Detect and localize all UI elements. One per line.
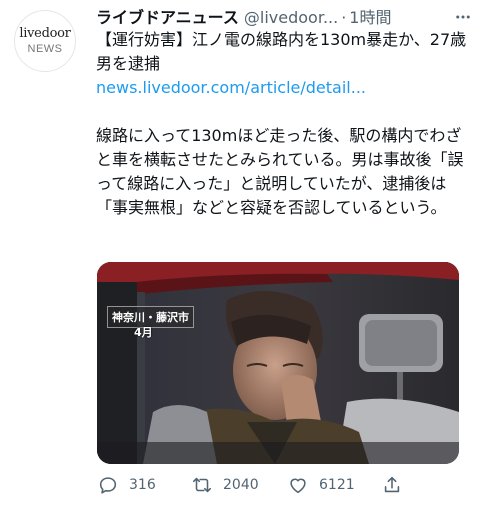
like-button[interactable]: 6121 (287, 474, 355, 496)
timestamp[interactable]: 1時間 (349, 4, 391, 28)
avatar-logo-subtext: NEWS (27, 43, 63, 55)
tweet-actions: 316 2040 6121 (97, 474, 417, 498)
retweet-button[interactable]: 2040 (191, 474, 259, 496)
retweet-icon (192, 477, 212, 493)
reply-icon (99, 477, 117, 494)
retweet-count: 2040 (223, 477, 259, 493)
tweet-headline: 【運行妨害】江ノ電の線路内を130m暴走か、27歳男を逮捕 (96, 30, 467, 73)
tweet-content: ライブドアニュース @livedoor... · 1時間 【運行妨害】江ノ電の線… (96, 4, 470, 220)
photo-caption-month: 4月 (134, 326, 153, 339)
avatar-logo-text: livedoor (19, 26, 71, 41)
like-count: 6121 (319, 477, 355, 493)
article-link[interactable]: news.livedoor.com/article/detail... (96, 76, 470, 100)
more-icon[interactable] (454, 8, 472, 30)
tweet-header: ライブドアニュース @livedoor... · 1時間 (96, 4, 470, 28)
tweet-body: 線路に入って130mほど走った後、駅の構内でわざと車を横転させたとみられている。… (96, 126, 464, 217)
display-name[interactable]: ライブドアニュース (96, 4, 239, 28)
tweet-photo[interactable]: 神奈川・藤沢市 4月 (97, 262, 459, 464)
like-icon (290, 478, 306, 494)
separator-dot: · (341, 8, 347, 27)
tweet-text: 【運行妨害】江ノ電の線路内を130m暴走か、27歳男を逮捕 news.lived… (96, 28, 470, 220)
share-button[interactable] (381, 474, 413, 496)
user-handle[interactable]: @livedoor... (244, 8, 338, 27)
reply-count: 316 (129, 477, 156, 493)
photo-image (97, 262, 459, 464)
reply-button[interactable]: 316 (97, 474, 156, 496)
share-icon (384, 476, 400, 493)
avatar[interactable]: livedoor NEWS (14, 10, 76, 72)
